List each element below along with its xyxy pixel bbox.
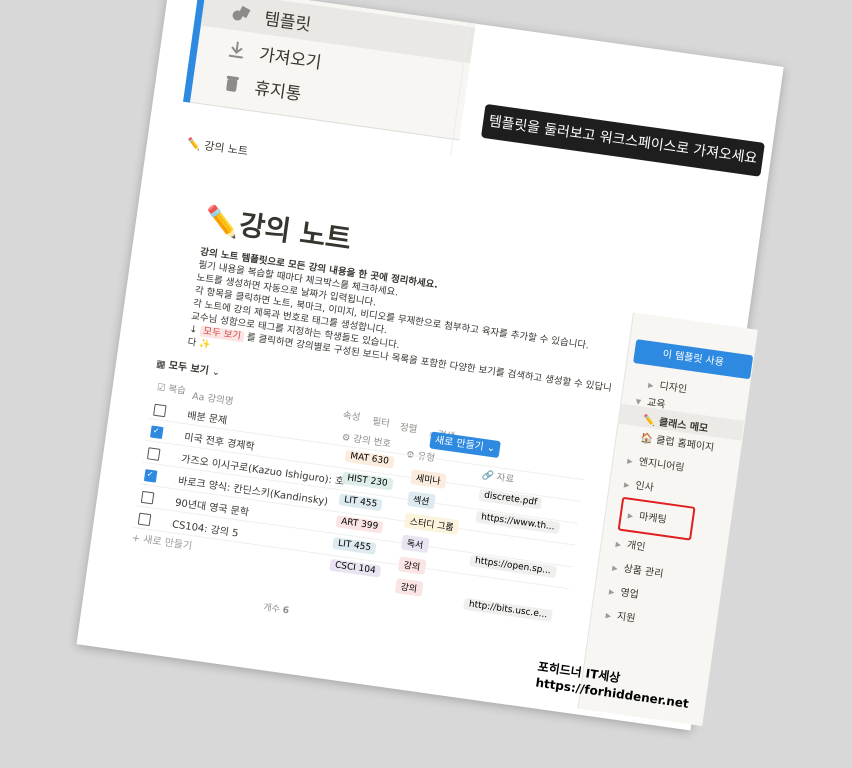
count-value: 6 [281,605,290,617]
page-title-text: 강의 노트 [237,207,354,257]
view-switcher[interactable]: 모두 보기 [168,360,209,377]
column-header-review[interactable]: ☑ 복습 [156,379,187,397]
caret-right-icon: ▶ [605,611,612,621]
breadcrumb-label: 강의 노트 [203,139,249,159]
sidebar-item-label: 휴지통 [253,78,303,105]
breadcrumb[interactable]: ✏️ 강의 노트 [186,135,249,159]
chevron-down-icon: ⌄ [211,366,221,379]
review-checkbox[interactable] [140,490,155,505]
item-label: 영업 [619,587,640,601]
download-icon [225,38,250,61]
caret-right-icon: ▶ [611,564,619,573]
table-view-icon: ▦ [155,358,167,371]
house-icon: 🏠 [639,432,657,446]
sidebar-item-label: 가져오기 [257,44,323,74]
item-label: 지원 [616,611,636,625]
rotated-screenshot: 템플릿 가져오기 휴지통 템플릿을 둘러보고 워크스페이스로 가져오세요 ✏️ … [0,0,852,768]
workspace-sidebar: 템플릿 가져오기 휴지통 [183,0,476,141]
pencil-icon: ✏️ [642,414,660,429]
divider [189,101,460,141]
notion-window: 템플릿 가져오기 휴지통 템플릿을 둘러보고 워크스페이스로 가져오세요 ✏️ … [76,0,784,731]
caret-right-icon: ▶ [626,457,634,466]
review-checkbox[interactable] [137,512,152,527]
item-label: 교육 [646,397,667,411]
caret-right-icon: ▶ [623,480,630,490]
shapes-icon [230,2,255,25]
caret-right-icon: ▶ [647,381,654,390]
page-description: 강의 노트 템플릿으로 모든 강의 내용을 한 곳에 정리하세요. 필기 내용을… [187,246,627,409]
caret-right-icon: ▶ [615,540,622,549]
properties-button[interactable]: 속성 [342,407,361,423]
item-label: 인사 [634,480,655,494]
caret-right-icon: ▶ [608,587,615,597]
review-checkbox[interactable] [149,425,164,440]
sidebar-item-import[interactable]: 가져오기 [224,35,323,73]
column-label: 복습 [167,383,187,397]
column-label: 강의명 [206,393,235,408]
review-checkbox[interactable] [146,447,161,461]
row-count: 개수 6 [263,600,290,616]
trash-icon [220,71,245,94]
sidebar-item-trash[interactable]: 휴지통 [219,69,303,105]
item-label: 개인 [626,539,646,554]
tooltip: 템플릿을 둘러보고 워크스페이스로 가져오세요 [480,103,765,177]
type-pill: 강의 [394,578,424,597]
caret-down-icon: ▼ [635,397,642,407]
count-label: 개수 [262,602,281,616]
review-checkbox[interactable] [143,469,158,483]
filter-button[interactable]: 필터 [372,413,391,429]
review-checkbox[interactable] [153,403,167,418]
row-name[interactable]: 배분 문제 [187,406,229,426]
